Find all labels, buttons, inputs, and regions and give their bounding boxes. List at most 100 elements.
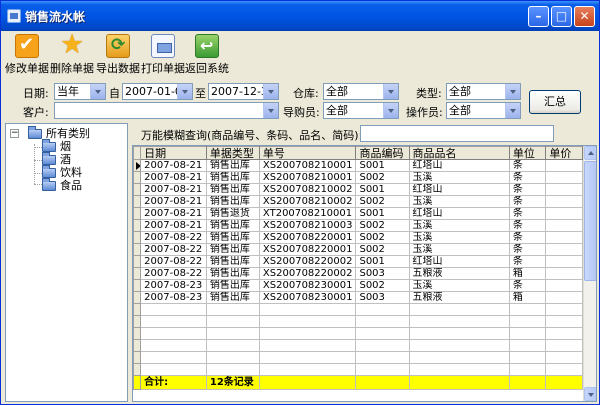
chevron-down-icon[interactable] (383, 84, 398, 99)
table-row[interactable] (133, 327, 583, 340)
table-cell[interactable] (508, 351, 547, 364)
table-cell[interactable] (545, 339, 583, 352)
table-row[interactable]: 2007-08-21 销售出库 XS200708210003 S002 玉溪条 (133, 219, 583, 232)
table-cell[interactable] (545, 183, 583, 196)
table-cell[interactable] (258, 351, 357, 364)
table-cell[interactable]: 红塔山 (408, 207, 510, 220)
table-cell[interactable]: S002 (355, 279, 410, 292)
table-cell[interactable]: 条 (508, 231, 547, 244)
table-cell[interactable] (545, 243, 583, 256)
table-cell[interactable]: 2007-08-21 (140, 207, 207, 220)
table-cell[interactable]: 销售退货 (205, 207, 260, 220)
row-indicator[interactable] (133, 231, 142, 244)
row-indicator[interactable] (133, 255, 142, 268)
chevron-down-icon[interactable] (177, 84, 192, 99)
tree-node-beverage[interactable]: 饮料 (42, 165, 122, 179)
table-row[interactable]: 2007-08-22 销售出库 XS200708220002 S001 红塔山条 (133, 255, 583, 268)
table-cell[interactable] (508, 315, 547, 328)
table-cell[interactable]: 销售出库 (205, 195, 260, 208)
table-cell[interactable]: 2007-08-21 (140, 159, 207, 172)
scroll-thumb[interactable] (584, 161, 596, 281)
table-cell[interactable] (140, 339, 207, 352)
table-cell[interactable] (355, 303, 410, 316)
table-row[interactable]: 2007-08-23 销售出库 XS200708230001 S002 玉溪条 (133, 279, 583, 292)
table-cell[interactable]: 玉溪 (408, 231, 510, 244)
table-cell[interactable]: 五粮液 (408, 267, 510, 280)
delete-document-button[interactable]: 删除单据 (49, 29, 95, 75)
table-cell[interactable]: 条 (508, 207, 547, 220)
edit-document-button[interactable]: 修改单据 (5, 34, 49, 75)
table-cell[interactable]: 玉溪 (408, 195, 510, 208)
buyer-select[interactable]: 全部 (323, 102, 399, 119)
table-cell[interactable] (258, 363, 357, 376)
table-cell[interactable] (508, 327, 547, 340)
row-indicator[interactable] (133, 339, 142, 352)
table-cell[interactable] (545, 315, 583, 328)
table-row[interactable]: 2007-08-22 销售出库 XS200708220002 S003 五粮液箱 (133, 267, 583, 280)
table-cell[interactable]: 条 (508, 255, 547, 268)
table-cell[interactable] (258, 339, 357, 352)
table-cell[interactable] (205, 315, 260, 328)
table-cell[interactable]: 2007-08-22 (140, 243, 207, 256)
table-cell[interactable]: 2007-08-22 (140, 231, 207, 244)
date-range-select[interactable]: 当年 (54, 83, 106, 100)
tree-node-root[interactable]: − 所有类别 (10, 126, 125, 140)
table-cell[interactable] (258, 315, 357, 328)
table-cell[interactable] (545, 231, 583, 244)
table-cell[interactable]: 箱 (508, 267, 547, 280)
table-cell[interactable] (508, 339, 547, 352)
row-indicator[interactable] (133, 303, 142, 316)
table-cell[interactable] (205, 339, 260, 352)
table-cell[interactable]: 销售出库 (205, 267, 260, 280)
chevron-down-icon[interactable] (505, 103, 520, 118)
scroll-up-icon[interactable] (584, 146, 596, 160)
row-indicator[interactable] (133, 243, 142, 256)
table-row[interactable]: 2007-08-22 销售出库 XS200708220001 S002 玉溪条 (133, 231, 583, 244)
table-cell[interactable] (355, 351, 410, 364)
summary-button[interactable]: 汇总 (529, 90, 581, 114)
chevron-down-icon[interactable] (263, 103, 278, 118)
table-cell[interactable]: 玉溪 (408, 219, 510, 232)
row-indicator[interactable] (133, 159, 142, 172)
tree-node-food[interactable]: 食品 (42, 178, 122, 192)
table-cell[interactable]: 红塔山 (408, 255, 510, 268)
close-button[interactable]: ✕ (574, 6, 595, 27)
tree-node-liquor[interactable]: 酒 (42, 152, 122, 166)
table-cell[interactable] (408, 327, 510, 340)
table-cell[interactable] (205, 303, 260, 316)
table-cell[interactable] (408, 351, 510, 364)
table-cell[interactable]: 条 (508, 171, 547, 184)
table-cell[interactable]: XS200708210001 (258, 159, 357, 172)
chevron-down-icon[interactable] (90, 84, 105, 99)
table-row[interactable]: 2007-08-21 销售出库 XS200708210002 S001 红塔山条 (133, 183, 583, 196)
minimize-button[interactable]: – (528, 6, 549, 27)
table-cell[interactable]: S002 (355, 243, 410, 256)
table-cell[interactable]: S002 (355, 171, 410, 184)
print-document-button[interactable]: 打印单据 (141, 34, 185, 75)
row-indicator[interactable] (133, 291, 142, 304)
table-cell[interactable] (140, 303, 207, 316)
table-cell[interactable] (408, 303, 510, 316)
table-cell[interactable]: XS200708210001 (258, 171, 357, 184)
table-cell[interactable] (258, 327, 357, 340)
table-row[interactable]: 2007-08-21 销售出库 XS200708210001 S002 玉溪条 (133, 171, 583, 184)
table-cell[interactable]: 2007-08-23 (140, 291, 207, 304)
table-cell[interactable]: S003 (355, 291, 410, 304)
table-cell[interactable]: 玉溪 (408, 279, 510, 292)
table-cell[interactable]: 销售出库 (205, 231, 260, 244)
table-cell[interactable]: XS200708220001 (258, 231, 357, 244)
table-cell[interactable]: 2007-08-21 (140, 171, 207, 184)
table-cell[interactable]: 条 (508, 219, 547, 232)
table-cell[interactable]: 红塔山 (408, 159, 510, 172)
table-cell[interactable] (140, 351, 207, 364)
column-header-product-code[interactable]: 商品编码 (355, 146, 410, 160)
table-cell[interactable] (205, 327, 260, 340)
table-row[interactable]: 2007-08-22 销售出库 XS200708220001 S002 玉溪条 (133, 243, 583, 256)
row-indicator[interactable] (133, 195, 142, 208)
table-cell[interactable] (258, 303, 357, 316)
table-cell[interactable] (140, 327, 207, 340)
table-cell[interactable]: XS200708210002 (258, 183, 357, 196)
row-indicator[interactable] (133, 183, 142, 196)
chevron-down-icon[interactable] (263, 84, 278, 99)
table-cell[interactable]: 玉溪 (408, 243, 510, 256)
